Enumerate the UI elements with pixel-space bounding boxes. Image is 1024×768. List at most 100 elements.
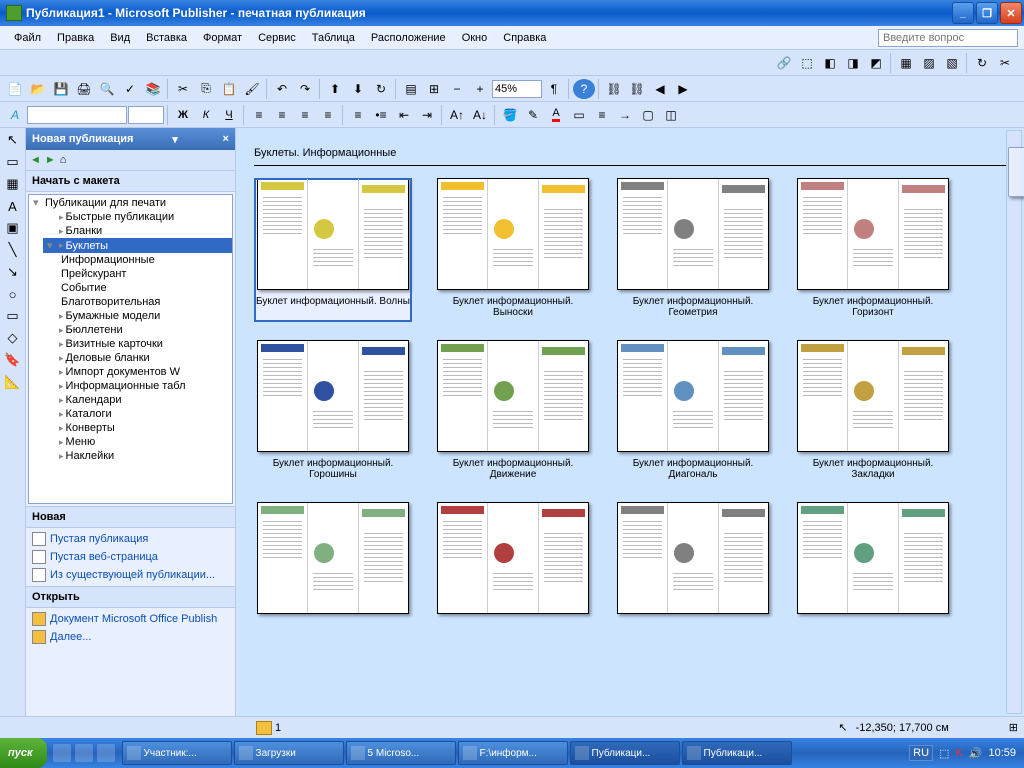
- tree-node[interactable]: ▸ Наклейки: [43, 449, 232, 463]
- open-icon[interactable]: 📂: [27, 79, 49, 99]
- menu-tools[interactable]: Сервис: [250, 29, 304, 47]
- link-icon[interactable]: ⛓: [603, 79, 625, 99]
- size-input[interactable]: [128, 106, 164, 124]
- fontsize-inc-icon[interactable]: A↑: [446, 105, 468, 125]
- pic3-icon[interactable]: ◨: [842, 53, 864, 73]
- tree-node[interactable]: ▸ Календари: [43, 393, 232, 407]
- menu-format[interactable]: Формат: [195, 29, 250, 47]
- scrollbar[interactable]: [1006, 130, 1022, 714]
- picture-tool[interactable]: ▣: [3, 218, 23, 238]
- start-button[interactable]: пуск: [0, 738, 47, 768]
- new-link[interactable]: Пустая веб-страница: [32, 550, 229, 564]
- menu-insert[interactable]: Вставка: [138, 29, 195, 47]
- template-item[interactable]: [434, 502, 592, 646]
- redo-icon[interactable]: ↷: [294, 79, 316, 99]
- back-icon[interactable]: ⬇: [347, 79, 369, 99]
- tree-node[interactable]: ▸ Бумажные модели: [43, 309, 232, 323]
- prev-icon[interactable]: ◀: [649, 79, 671, 99]
- menu-file[interactable]: Файл: [6, 29, 49, 47]
- underline-button[interactable]: Ч: [218, 105, 240, 125]
- template-item[interactable]: Буклет информационный. Закладки: [794, 340, 952, 484]
- menu-arrange[interactable]: Расположение: [363, 29, 454, 47]
- template-item[interactable]: [794, 502, 952, 646]
- unlink-icon[interactable]: ⛓: [626, 79, 648, 99]
- painter-icon[interactable]: 🖌: [241, 79, 263, 99]
- shapes-tool[interactable]: ◇: [3, 328, 23, 348]
- wrap1-icon[interactable]: ▦: [895, 53, 917, 73]
- wrap2-icon[interactable]: ▨: [918, 53, 940, 73]
- taskbar-task[interactable]: Участник:...: [122, 741, 232, 765]
- taskbar-task[interactable]: Публикаци...: [570, 741, 680, 765]
- bookmark-tool[interactable]: 🔖: [3, 350, 23, 370]
- taskpane-back-icon[interactable]: ◄: [30, 154, 41, 166]
- menu-help[interactable]: Справка: [495, 29, 554, 47]
- fontsize-dec-icon[interactable]: A↓: [469, 105, 491, 125]
- fill-icon[interactable]: 🪣: [499, 105, 521, 125]
- template-item[interactable]: Буклет информационный. Выноски: [434, 178, 592, 322]
- next-icon[interactable]: ▶: [672, 79, 694, 99]
- page-indicator[interactable]: [256, 721, 272, 735]
- shadow-icon[interactable]: ▢: [637, 105, 659, 125]
- zoom-input[interactable]: [492, 80, 542, 98]
- crop-icon[interactable]: ✂: [994, 53, 1016, 73]
- taskbar-task[interactable]: F:\информ...: [458, 741, 568, 765]
- ql-ie-icon[interactable]: [75, 744, 93, 762]
- textbox-tool[interactable]: ▭: [3, 152, 23, 172]
- border-icon[interactable]: ▭: [568, 105, 590, 125]
- line-icon[interactable]: ✎: [522, 105, 544, 125]
- fontcolor-icon[interactable]: A: [545, 105, 567, 125]
- tree-node[interactable]: ▸ Бланки: [43, 224, 232, 238]
- template-item[interactable]: Буклет информационный. Горизонт: [794, 178, 952, 322]
- cut-icon[interactable]: ✂: [172, 79, 194, 99]
- line-tool[interactable]: ╲: [3, 240, 23, 260]
- spell-icon[interactable]: ✓: [119, 79, 141, 99]
- para-icon[interactable]: ¶: [543, 79, 565, 99]
- new-link[interactable]: Пустая публикация: [32, 532, 229, 546]
- tree-node[interactable]: ▸ Каталоги: [43, 407, 232, 421]
- style-icon[interactable]: A: [4, 105, 26, 125]
- indent-inc-icon[interactable]: ⇥: [416, 105, 438, 125]
- pic4-icon[interactable]: ◩: [865, 53, 887, 73]
- paste-icon[interactable]: 📋: [218, 79, 240, 99]
- ql-desktop-icon[interactable]: [97, 744, 115, 762]
- select-tool[interactable]: ↖: [3, 130, 23, 150]
- tree-node[interactable]: ▸ Быстрые публикации: [43, 210, 232, 224]
- tree-node[interactable]: ▸ Бюллетени: [43, 323, 232, 337]
- tree-node[interactable]: ▾Публикации для печати: [29, 195, 232, 210]
- taskbar-task[interactable]: 5 Microso...: [346, 741, 456, 765]
- help-icon[interactable]: ?: [573, 79, 595, 99]
- zoomout-icon[interactable]: −: [446, 79, 468, 99]
- bold-button[interactable]: Ж: [172, 105, 194, 125]
- open-link[interactable]: Далее...: [32, 630, 229, 644]
- copy-icon[interactable]: ⎘: [195, 79, 217, 99]
- arrow-style-icon[interactable]: →: [614, 105, 636, 125]
- zoomin-icon[interactable]: +: [469, 79, 491, 99]
- save-icon[interactable]: 💾: [50, 79, 72, 99]
- template-item[interactable]: Буклет информационный. Диагональ: [614, 340, 772, 484]
- italic-button[interactable]: К: [195, 105, 217, 125]
- tree-node[interactable]: Благотворительная: [57, 295, 232, 309]
- close-button[interactable]: ✕: [1000, 2, 1022, 24]
- boundaries-icon[interactable]: ⊞: [423, 79, 445, 99]
- undo-icon[interactable]: ↶: [271, 79, 293, 99]
- template-item[interactable]: Буклет информационный. Движение: [434, 340, 592, 484]
- tree-node[interactable]: ▾▸ Буклеты: [43, 238, 232, 253]
- rect-tool[interactable]: ▭: [3, 306, 23, 326]
- taskbar-task[interactable]: Публикаци...: [682, 741, 792, 765]
- tree-node[interactable]: Информационные: [57, 253, 232, 267]
- menu-edit[interactable]: Правка: [49, 29, 102, 47]
- tree-node[interactable]: ▸ Деловые бланки: [43, 351, 232, 365]
- front-icon[interactable]: ⬆: [324, 79, 346, 99]
- ql-opera-icon[interactable]: [53, 744, 71, 762]
- minimize-button[interactable]: _: [952, 2, 974, 24]
- table-tool[interactable]: ▦: [3, 174, 23, 194]
- font-input[interactable]: [27, 106, 127, 124]
- tray-volume-icon[interactable]: 🔊: [969, 747, 983, 760]
- tray-kaspersky-icon[interactable]: K: [955, 747, 962, 759]
- tree-node[interactable]: ▸ Конверты: [43, 421, 232, 435]
- oval-tool[interactable]: ○: [3, 284, 23, 304]
- template-item[interactable]: Буклет информационный. Горошины: [254, 340, 412, 484]
- print-icon[interactable]: 🖨: [73, 79, 95, 99]
- dash-icon[interactable]: ≡: [591, 105, 613, 125]
- tree-node[interactable]: ▸ Импорт документов W: [43, 365, 232, 379]
